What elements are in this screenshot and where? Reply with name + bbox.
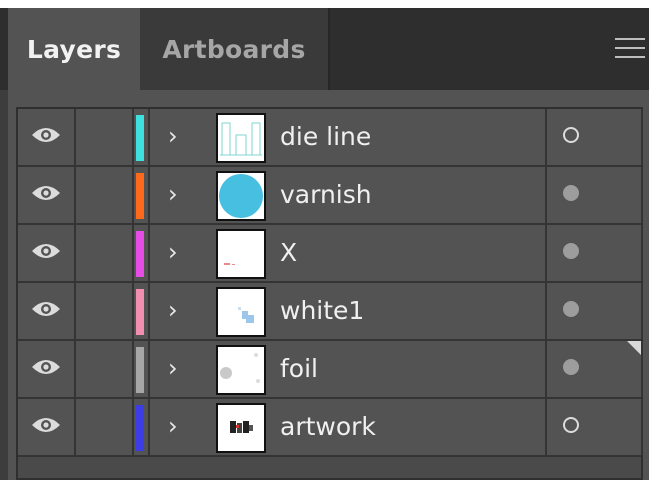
target-circle-icon[interactable] [563,359,579,375]
layer-color-swatch [136,289,144,335]
layer-thumbnail [216,345,266,395]
layer-name[interactable]: artwork [280,399,376,455]
divider [148,225,150,281]
layer-color-swatch [136,405,144,451]
tab-layers[interactable]: Layers [8,8,140,90]
visibility-toggle[interactable] [18,225,76,281]
selection-indicator-icon [627,341,641,355]
layer-thumbnail [216,113,266,163]
lock-toggle[interactable] [76,341,134,397]
visibility-toggle[interactable] [18,109,76,165]
divider [148,167,150,223]
divider [545,109,547,165]
target-circle-icon[interactable] [563,243,579,259]
visibility-toggle[interactable] [18,399,76,455]
divider [641,341,643,397]
layer-row[interactable]: › die line [18,109,643,167]
divider [148,341,150,397]
lock-toggle[interactable] [76,109,134,165]
divider [148,399,150,455]
divider [641,109,643,165]
layer-color-swatch [136,231,144,277]
tab-layers-label: Layers [26,34,122,64]
visibility-toggle[interactable] [18,283,76,339]
chevron-right-icon[interactable]: › [168,413,182,439]
layer-name[interactable]: X [280,225,297,281]
divider [148,283,150,339]
layer-row[interactable]: › white1 [18,283,643,341]
chevron-right-icon[interactable]: › [168,355,182,381]
tab-bar: Layers Artboards [0,8,649,90]
layer-list: › die line › varnish › X › white1 › foil › artwork [16,107,643,480]
chevron-right-icon[interactable]: › [168,181,182,207]
divider [545,167,547,223]
layer-thumbnail [216,403,266,453]
target-circle-icon[interactable] [563,417,579,433]
divider [545,399,547,455]
layer-name[interactable]: foil [280,341,318,397]
layer-color-swatch [136,115,144,161]
layer-name[interactable]: white1 [280,283,364,339]
eye-icon [31,416,61,438]
divider [545,225,547,281]
layer-thumbnail [216,229,266,279]
target-circle-icon[interactable] [563,127,579,143]
visibility-toggle[interactable] [18,341,76,397]
eye-icon [31,242,61,264]
layer-thumbnail [216,287,266,337]
target-circle-icon[interactable] [563,301,579,317]
layers-panel: Layers Artboards › die line › varnish › X › whi… [0,8,649,480]
lock-toggle[interactable] [76,283,134,339]
layer-name[interactable]: varnish [280,167,372,223]
lock-toggle[interactable] [76,167,134,223]
lock-toggle[interactable] [76,399,134,455]
hamburger-menu-icon[interactable] [615,38,645,60]
layer-row[interactable]: › artwork [18,399,643,457]
layer-row[interactable]: › foil [18,341,643,399]
divider [148,109,150,165]
layer-row[interactable]: › X [18,225,643,283]
target-circle-icon[interactable] [563,185,579,201]
divider [545,341,547,397]
layer-name[interactable]: die line [280,109,371,165]
chevron-right-icon[interactable]: › [168,297,182,323]
divider [641,283,643,339]
layer-color-swatch [136,347,144,393]
divider [641,225,643,281]
layer-color-swatch [136,173,144,219]
visibility-toggle[interactable] [18,167,76,223]
eye-icon [31,184,61,206]
layer-thumbnail [216,171,266,221]
eye-icon [31,358,61,380]
chevron-right-icon[interactable]: › [168,239,182,265]
eye-icon [31,126,61,148]
layers-content: › die line › varnish › X › white1 › foil › artwork [8,90,649,480]
chevron-right-icon[interactable]: › [168,123,182,149]
eye-icon [31,300,61,322]
tab-artboards[interactable]: Artboards [140,8,330,90]
divider [545,283,547,339]
divider [641,399,643,455]
tab-artboards-label: Artboards [162,34,306,64]
divider [641,167,643,223]
layer-row[interactable]: › varnish [18,167,643,225]
lock-toggle[interactable] [76,225,134,281]
